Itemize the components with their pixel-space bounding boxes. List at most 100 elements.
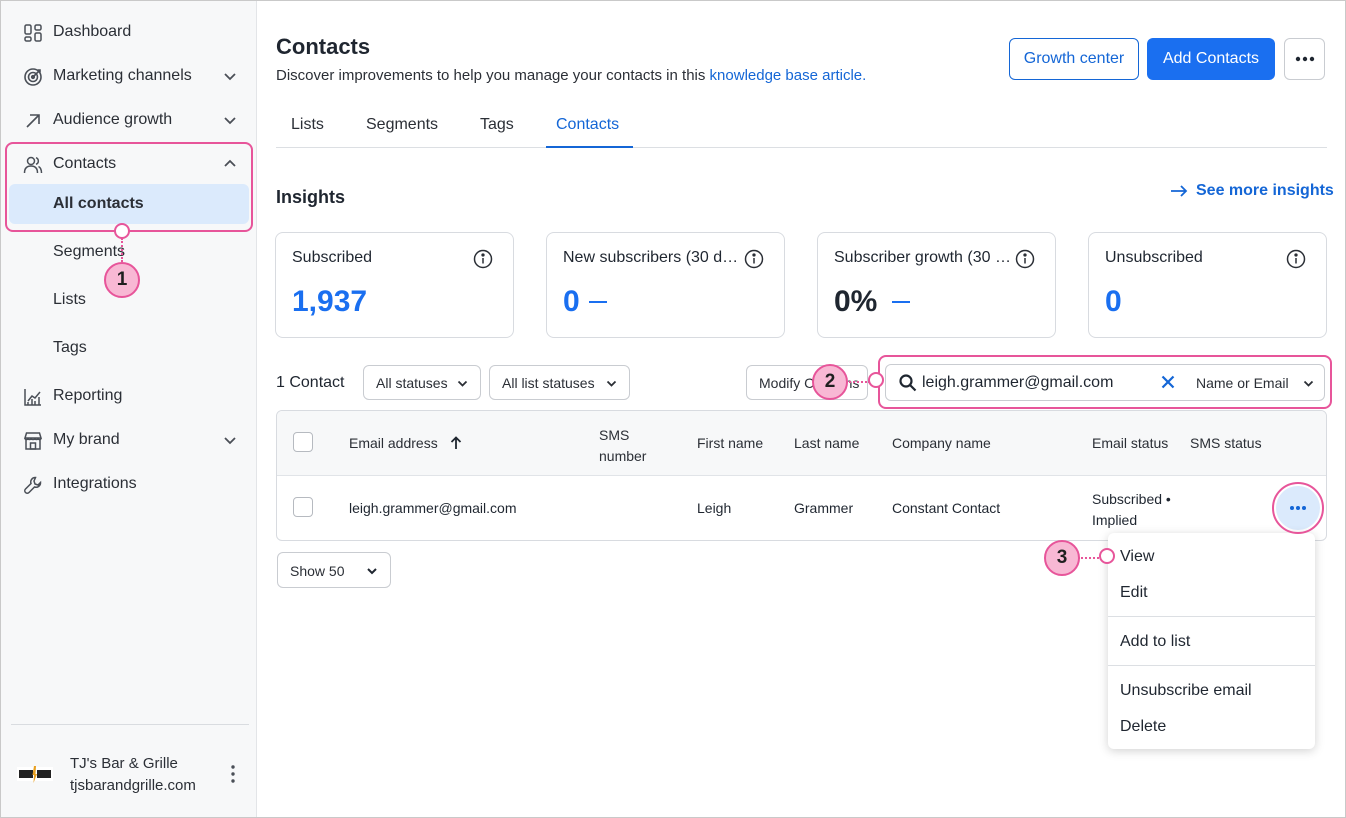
info-icon[interactable] xyxy=(1015,249,1035,269)
menu-item-unsubscribe-email[interactable]: Unsubscribe email xyxy=(1120,682,1252,700)
trend-dash xyxy=(892,301,910,303)
menu-item-add-to-list[interactable]: Add to list xyxy=(1120,633,1190,651)
sidebar-item-audience-growth[interactable]: Audience growth xyxy=(9,100,249,140)
card-title: New subscribers (30 days) xyxy=(563,249,743,266)
dashboard-icon xyxy=(24,24,42,42)
sidebar-item-label: Dashboard xyxy=(53,23,132,40)
chevron-down-icon xyxy=(457,380,468,387)
cell-last-name: Grammer xyxy=(794,500,854,516)
chevron-down-icon xyxy=(367,568,377,575)
card-value: 0% xyxy=(834,285,878,318)
card-value: 0 xyxy=(563,285,580,318)
more-options-button[interactable] xyxy=(1284,38,1325,80)
knowledge-base-link[interactable]: knowledge base article. xyxy=(710,67,867,84)
info-icon[interactable] xyxy=(744,249,764,269)
card-title: Subscribed xyxy=(292,249,373,266)
dropdown-label: All statuses xyxy=(376,375,448,391)
sidebar-subitem-label: Segments xyxy=(53,243,126,260)
header-sms-line2: number xyxy=(599,448,647,464)
row-checkbox[interactable] xyxy=(293,497,313,517)
chevron-down-icon xyxy=(224,73,236,81)
card-title: Unsubscribed xyxy=(1105,249,1203,266)
select-all-checkbox[interactable] xyxy=(293,432,313,452)
status-filter-dropdown[interactable]: All statuses xyxy=(363,365,481,400)
annotation-dot xyxy=(868,372,884,388)
annotation-dot xyxy=(1099,548,1115,564)
header-first-name[interactable]: First name xyxy=(697,435,763,451)
header-email-status[interactable]: Email status xyxy=(1092,435,1168,451)
store-icon xyxy=(23,432,43,450)
annotation-badge-3: 3 xyxy=(1044,540,1080,576)
page-subtitle: Discover improvements to help you manage… xyxy=(276,67,866,84)
menu-divider xyxy=(1108,665,1315,666)
menu-item-edit[interactable]: Edit xyxy=(1120,584,1148,602)
cell-company: Constant Contact xyxy=(892,500,1001,516)
header-sms-status[interactable]: SMS status xyxy=(1190,435,1262,451)
menu-item-delete[interactable]: Delete xyxy=(1120,718,1166,736)
sidebar-divider xyxy=(11,724,249,725)
email-status-line2: Implied xyxy=(1092,512,1138,528)
menu-item-view[interactable]: View xyxy=(1120,548,1154,566)
menu-divider xyxy=(1108,616,1315,617)
connector-line xyxy=(121,238,123,262)
info-icon[interactable] xyxy=(473,249,493,269)
brand-logo xyxy=(17,766,53,783)
tab-tags[interactable]: Tags xyxy=(480,116,514,134)
highlight-row-actions xyxy=(1272,482,1324,534)
arrow-up-right-icon xyxy=(26,114,40,128)
sidebar-item-marketing-channels[interactable]: Marketing channels xyxy=(9,56,249,96)
account-name: TJ's Bar & Grille xyxy=(70,755,178,772)
annotation-badge-2: 2 xyxy=(812,364,848,400)
card-value: 1,937 xyxy=(292,285,368,318)
sort-arrow-up-icon xyxy=(450,436,461,449)
contact-count: 1 Contact xyxy=(276,374,345,391)
sidebar-subitem-tags[interactable]: Tags xyxy=(9,328,249,368)
arrow-right-icon xyxy=(1171,185,1188,197)
sidebar-item-integrations[interactable]: Integrations xyxy=(9,464,249,504)
add-contacts-button[interactable]: Add Contacts xyxy=(1147,38,1275,80)
annotation-badge-1: 1 xyxy=(104,262,140,298)
sidebar-subitem-label: Lists xyxy=(53,291,86,308)
account-url: tjsbarandgrille.com xyxy=(70,777,196,794)
highlight-contacts-nav xyxy=(5,142,253,232)
header-last-name[interactable]: Last name xyxy=(794,435,859,451)
sidebar-item-dashboard[interactable]: Dashboard xyxy=(9,12,249,52)
see-more-label: See more insights xyxy=(1196,182,1334,199)
insight-card-unsubscribed: Unsubscribed 0 xyxy=(1088,232,1327,338)
highlight-search xyxy=(878,355,1332,409)
sidebar-item-label: Marketing channels xyxy=(53,67,192,84)
list-status-filter-dropdown[interactable]: All list statuses xyxy=(489,365,630,400)
info-icon[interactable] xyxy=(1286,249,1306,269)
tab-lists[interactable]: Lists xyxy=(291,116,324,134)
tab-segments[interactable]: Segments xyxy=(366,116,438,134)
page-size-dropdown[interactable]: Show 50 xyxy=(277,552,391,588)
header-company-name[interactable]: Company name xyxy=(892,435,991,451)
trend-dash xyxy=(589,301,607,303)
sidebar-subitem-label: Tags xyxy=(53,339,87,356)
header-sms-number[interactable]: SMS number xyxy=(599,425,646,467)
annotation-dot xyxy=(114,223,130,239)
growth-center-button[interactable]: Growth center xyxy=(1009,38,1139,80)
kebab-vertical-icon[interactable] xyxy=(225,764,241,784)
see-more-insights-link[interactable]: See more insights xyxy=(1170,182,1334,200)
sidebar-item-my-brand[interactable]: My brand xyxy=(9,420,249,460)
card-title: Subscriber growth (30 days) xyxy=(834,249,1014,266)
connector-line xyxy=(846,381,870,383)
wrench-icon xyxy=(24,476,42,494)
tab-bar: Lists Segments Tags Contacts xyxy=(276,108,1327,148)
sidebar-item-reporting[interactable]: Reporting xyxy=(9,376,249,416)
kebab-horizontal-icon xyxy=(1295,56,1314,62)
page-title: Contacts xyxy=(276,34,371,59)
header-email[interactable]: Email address xyxy=(349,435,462,451)
chevron-down-icon xyxy=(606,380,617,387)
dropdown-label: All list statuses xyxy=(502,375,595,391)
insight-card-new-subscribers: New subscribers (30 days) 0 xyxy=(546,232,785,338)
sidebar-item-label: My brand xyxy=(53,431,120,448)
tab-contacts[interactable]: Contacts xyxy=(556,116,619,134)
card-value: 0 xyxy=(1105,285,1122,318)
header-sms-line1: SMS xyxy=(599,427,630,443)
sidebar: Dashboard Marketing channels Audience gr… xyxy=(1,1,257,817)
insight-card-subscriber-growth: Subscriber growth (30 days) 0% xyxy=(817,232,1056,338)
active-tab-indicator xyxy=(546,146,633,148)
sidebar-item-label: Integrations xyxy=(53,475,137,492)
